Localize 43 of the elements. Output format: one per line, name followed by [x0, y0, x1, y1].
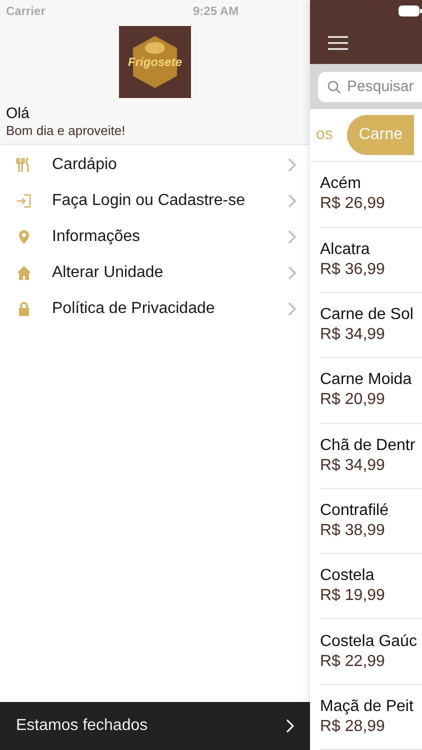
chevron-right-icon [288, 302, 296, 316]
battery-icon [398, 5, 422, 17]
product-name[interactable]: Maçã de Peit [320, 698, 422, 716]
location-pin-icon [16, 229, 32, 245]
chevron-right-icon [288, 266, 296, 280]
product-name[interactable]: Contrafilé [320, 502, 422, 520]
product-price: R$ 34,99 [320, 326, 386, 344]
search-icon [327, 80, 341, 94]
status-time: 9:25 AM [193, 4, 239, 18]
lock-icon [16, 301, 32, 317]
menu-item[interactable]: Faça Login ou Cadastre-se [0, 183, 310, 219]
menu-item[interactable]: Informações [0, 219, 310, 255]
product-price: R$ 22,99 [320, 652, 386, 671]
product-name[interactable]: Chã de Dentr [320, 436, 422, 455]
product-price: R$ 20,99 [320, 391, 386, 410]
menu-item[interactable]: Política de Privacidade [0, 291, 310, 327]
product-name[interactable]: Acém [320, 175, 422, 194]
product-price: R$ 28,99 [320, 718, 386, 736]
greeting: Olá [6, 105, 30, 122]
chevron-right-icon [288, 230, 296, 244]
product-price: R$ 26,99 [320, 195, 386, 214]
product-price: R$ 34,99 [320, 456, 386, 475]
chevron-right-icon [288, 158, 296, 172]
product-price: R$ 19,99 [320, 587, 386, 606]
menu-item[interactable]: Cardápio [0, 147, 310, 183]
menu-item[interactable]: Alterar Unidade [0, 255, 310, 291]
greeting-subtitle: Bom dia e aproveite! [6, 123, 126, 138]
fork-knife-icon [16, 157, 32, 173]
search-field[interactable]: Pesquisar [318, 72, 422, 102]
chevron-right-icon [286, 719, 294, 733]
menu-icon[interactable] [328, 36, 348, 50]
chevron-right-icon [288, 194, 296, 208]
product-name[interactable]: Alcatra [320, 240, 422, 259]
product-name[interactable]: Costela Gaúc [320, 632, 422, 651]
product-name[interactable]: Carne Moida [320, 371, 422, 390]
product-name[interactable]: Costela [320, 567, 422, 586]
product-price: R$ 38,99 [320, 522, 386, 540]
product-price: R$ 36,99 [320, 260, 386, 279]
house-icon [16, 265, 32, 281]
product-name[interactable]: Carne de Sol [320, 306, 422, 324]
login-icon [16, 193, 32, 209]
carrier-label: Carrier [6, 4, 46, 18]
closed-banner[interactable]: Estamos fechados [0, 702, 310, 750]
